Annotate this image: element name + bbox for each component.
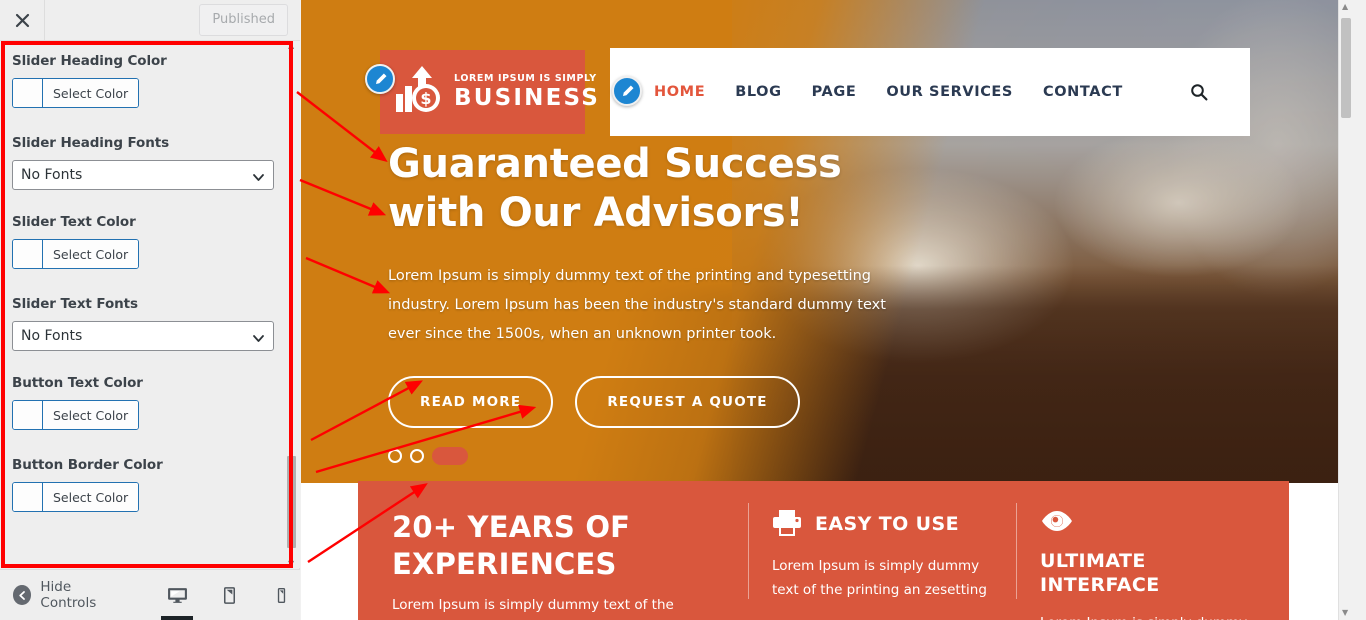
feature-header: EASY TO USE xyxy=(772,509,992,541)
hide-controls-label: Hide Controls xyxy=(40,579,97,611)
device-preview-switcher xyxy=(158,570,300,620)
slider-heading-fonts-select[interactable]: No Fonts xyxy=(12,160,274,190)
slider-text-fonts-select[interactable]: No Fonts xyxy=(12,321,274,351)
edit-logo-pencil[interactable] xyxy=(365,64,395,94)
eye-icon xyxy=(1040,509,1074,537)
feature-easy-to-use: EASY TO USE Lorem Ipsum is simply dummy … xyxy=(748,481,1016,620)
nav-item-page[interactable]: PAGE xyxy=(812,84,857,100)
select-color-label: Select Color xyxy=(43,401,139,429)
slider-dot-1[interactable] xyxy=(388,448,402,463)
feature-header: ULTIMATE INTERFACE xyxy=(1040,509,1265,598)
read-more-button[interactable]: READ MORE xyxy=(388,375,554,428)
customizer-screen: Published Slider Heading Color Select Co… xyxy=(0,0,1366,620)
control-button-border-color: Button Border Color Select Color xyxy=(12,457,286,515)
font-select-wrapper: No Fonts xyxy=(12,321,274,351)
nav-links: HOME BLOG PAGE OUR SERVICES CONTACT xyxy=(654,84,1123,100)
scroll-down-arrow-icon[interactable]: ▼ xyxy=(1342,609,1348,617)
select-color-button[interactable]: Select Color xyxy=(12,239,140,269)
published-button[interactable]: Published xyxy=(199,3,288,37)
select-color-label: Select Color xyxy=(43,79,139,107)
hide-controls-button[interactable]: Hide Controls xyxy=(13,579,124,611)
feature-divider xyxy=(748,503,749,599)
control-slider-heading-color: Slider Heading Color Select Color xyxy=(12,53,286,111)
feature-title: ULTIMATE INTERFACE xyxy=(1040,550,1160,596)
select-color-button[interactable]: Select Color xyxy=(12,78,140,108)
slider-dot-3-active[interactable] xyxy=(432,446,468,465)
control-label: Slider Text Fonts xyxy=(12,296,138,312)
color-swatch[interactable] xyxy=(13,79,43,107)
control-slider-heading-fonts: Slider Heading Fonts No Fonts xyxy=(12,135,286,190)
color-swatch[interactable] xyxy=(13,483,43,511)
logo-tagline: LOREM IPSUM IS SIMPLY xyxy=(454,73,597,85)
svg-text:$: $ xyxy=(420,89,431,108)
slider-pagination xyxy=(388,446,948,465)
scroll-down-arrow-icon[interactable]: ▼ xyxy=(288,559,294,568)
main-navigation: HOME BLOG PAGE OUR SERVICES CONTACT xyxy=(610,48,1250,136)
select-color-button[interactable]: Select Color xyxy=(12,482,140,512)
device-desktop-button[interactable] xyxy=(158,570,196,620)
select-color-label: Select Color xyxy=(43,483,139,511)
control-slider-text-color: Slider Text Color Select Color xyxy=(12,214,286,272)
site-preview: $ LOREM IPSUM IS SIMPLY BUSINESS HOME BL… xyxy=(301,0,1352,620)
logo-text: LOREM IPSUM IS SIMPLY BUSINESS xyxy=(454,74,600,110)
printer-icon xyxy=(772,509,802,541)
edit-nav-pencil[interactable] xyxy=(612,76,642,106)
feature-text: Lorem Ipsum is simply dummy text xyxy=(1040,612,1265,620)
hero-paragraph: Lorem Ipsum is simply dummy text of the … xyxy=(388,267,886,342)
color-swatch[interactable] xyxy=(13,401,43,429)
control-label: Slider Heading Color xyxy=(12,53,167,69)
control-label: Button Text Color xyxy=(12,375,143,391)
nav-item-blog[interactable]: BLOG xyxy=(735,84,781,100)
slider-dot-2[interactable] xyxy=(410,448,424,463)
feature-heading: 20+ YEARS OF EXPERIENCES xyxy=(392,510,631,582)
logo-name: BUSINESS xyxy=(454,84,600,111)
customizer-header: Published xyxy=(0,0,300,41)
customizer-controls-panel: Slider Heading Color Select Color Slider… xyxy=(0,41,300,568)
hero-content: Guaranteed Success with Our Advisors! Lo… xyxy=(388,140,948,465)
close-x-icon[interactable] xyxy=(0,0,45,40)
device-tablet-button[interactable] xyxy=(210,570,248,620)
sidebar-scrollbar[interactable]: ▲ ▼ xyxy=(287,41,296,568)
business-chart-dollar-icon: $ xyxy=(394,62,446,122)
control-slider-text-fonts: Slider Text Fonts No Fonts xyxy=(12,296,286,351)
search-icon[interactable] xyxy=(1190,83,1208,101)
sidebar-scrollbar-thumb[interactable] xyxy=(287,456,296,548)
control-label: Button Border Color xyxy=(12,457,163,473)
feature-years-of-experience: 20+ YEARS OF EXPERIENCES Lorem Ipsum is … xyxy=(358,481,748,620)
control-label: Slider Text Color xyxy=(12,214,136,230)
site-logo[interactable]: $ LOREM IPSUM IS SIMPLY BUSINESS xyxy=(380,50,598,134)
scroll-up-arrow-icon[interactable]: ▲ xyxy=(1342,3,1348,11)
request-a-quote-button[interactable]: REQUEST A QUOTE xyxy=(575,375,800,428)
color-swatch[interactable] xyxy=(13,240,43,268)
feature-title: EASY TO USE xyxy=(815,513,959,536)
customizer-footer: Hide Controls xyxy=(0,569,300,620)
preview-scrollbar[interactable]: ▲ ▼ xyxy=(1338,0,1352,620)
feature-text: Lorem Ipsum is simply dummy text of the … xyxy=(392,597,674,614)
customizer-sidebar: Published Slider Heading Color Select Co… xyxy=(0,0,300,620)
feature-ultimate-interface: ULTIMATE INTERFACE Lorem Ipsum is simply… xyxy=(1016,481,1289,620)
control-button-text-color: Button Text Color Select Color xyxy=(12,375,286,433)
feature-divider xyxy=(1016,503,1017,599)
font-select-wrapper: No Fonts xyxy=(12,160,274,190)
select-color-label: Select Color xyxy=(43,240,139,268)
scroll-up-arrow-icon[interactable]: ▲ xyxy=(288,41,294,50)
select-color-button[interactable]: Select Color xyxy=(12,400,140,430)
nav-item-our-services[interactable]: OUR SERVICES xyxy=(886,84,1013,100)
features-strip: 20+ YEARS OF EXPERIENCES Lorem Ipsum is … xyxy=(358,481,1289,620)
hero-heading: Guaranteed Success with Our Advisors! xyxy=(388,141,842,236)
collapse-arrow-icon xyxy=(13,585,32,605)
control-label: Slider Heading Fonts xyxy=(12,135,170,151)
device-mobile-button[interactable] xyxy=(262,570,300,620)
nav-item-contact[interactable]: CONTACT xyxy=(1043,84,1123,100)
nav-item-home[interactable]: HOME xyxy=(654,84,705,100)
hero-buttons: READ MORE REQUEST A QUOTE xyxy=(388,375,948,428)
preview-scrollbar-thumb[interactable] xyxy=(1341,18,1351,118)
feature-text: Lorem Ipsum is simply dummy text of the … xyxy=(772,558,987,598)
